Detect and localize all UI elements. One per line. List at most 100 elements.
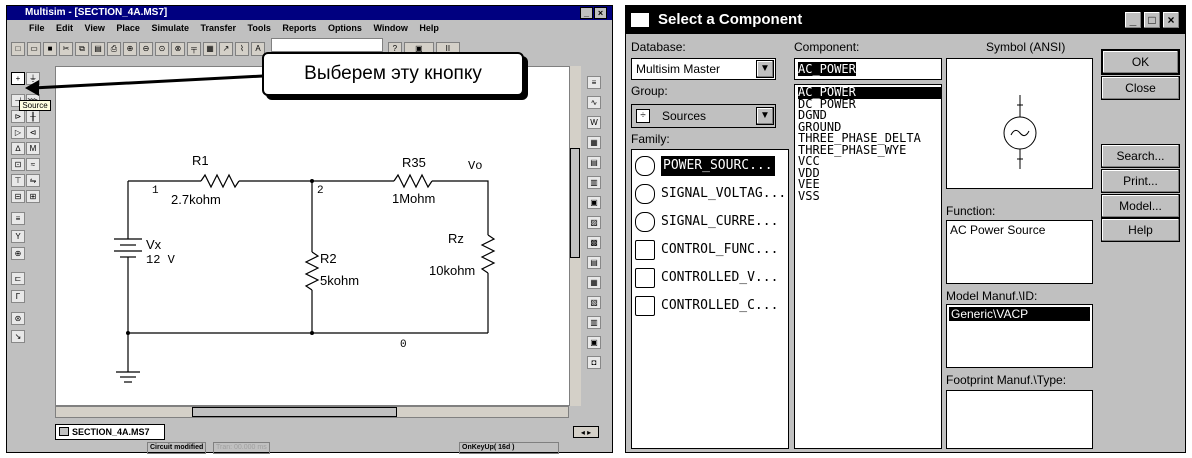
minimize-button[interactable]: _	[580, 7, 593, 19]
menu-edit[interactable]: Edit	[56, 23, 73, 33]
word-gen-icon[interactable]: ▥	[587, 176, 601, 189]
component-input[interactable]: AC_POWER	[794, 58, 942, 80]
group-select[interactable]: Sources	[631, 104, 776, 128]
toolbar-dropdown[interactable]	[271, 38, 384, 52]
iv-analyzer-icon[interactable]: ▧	[587, 296, 601, 309]
hierarchy-icon[interactable]: ╤	[187, 42, 201, 56]
place-button[interactable]: ⊛	[11, 312, 25, 325]
database-dropdown-icon[interactable]: ▼	[756, 60, 774, 78]
controlled-current-family-icon	[635, 296, 655, 316]
misc-button[interactable]: ⊡	[11, 158, 25, 171]
model-button[interactable]: Model...	[1101, 194, 1180, 218]
wattmeter-icon[interactable]: W	[587, 116, 601, 129]
instruments-toolbar: ≡ ∿ W ▦ ▤ ▥ ▣ ▨ ▩ ▤ ▦ ▧ ▥ ▣ ◘	[583, 66, 607, 406]
menu-simulate[interactable]: Simulate	[151, 23, 189, 33]
zoom-out-icon[interactable]: ⊖	[139, 42, 153, 56]
schematic-canvas[interactable]: R1 2.7kohm 1 R35 1Mohm Vo 2 Rz 10kohm R2…	[55, 66, 579, 406]
distortion-icon[interactable]: ▩	[587, 236, 601, 249]
misc-digital-button[interactable]: ⊲	[26, 126, 40, 139]
save-icon[interactable]: ■	[43, 42, 57, 56]
family-item-controlled-voltage[interactable]: CONTROLLED_V...	[661, 266, 778, 290]
menu-place[interactable]: Place	[116, 23, 140, 33]
source-button[interactable]: +	[11, 72, 25, 85]
mcu-button[interactable]: ⊞	[26, 190, 40, 203]
database-select[interactable]: Multisim Master	[631, 58, 776, 80]
footprint-list[interactable]	[946, 390, 1093, 449]
close-dialog-button[interactable]: Close	[1101, 76, 1180, 100]
bode-plotter-icon[interactable]: ▤	[587, 156, 601, 169]
menu-file[interactable]: File	[29, 23, 45, 33]
misc-periph-button[interactable]: ≡	[11, 212, 25, 225]
help-button[interactable]: Help	[1101, 218, 1180, 242]
zoom-fit-icon[interactable]: ⊗	[171, 42, 185, 56]
menu-options[interactable]: Options	[328, 23, 362, 33]
ok-button[interactable]: OK	[1101, 49, 1180, 75]
component-list[interactable]: AC_POWER DC_POWER DGND GROUND THREE_PHAS…	[794, 84, 942, 449]
vertical-scroll-thumb[interactable]	[570, 148, 580, 258]
logic-analyzer-icon[interactable]: ▣	[587, 196, 601, 209]
menu-view[interactable]: View	[85, 23, 105, 33]
bus-button[interactable]: Γ	[11, 290, 25, 303]
spectrum-icon[interactable]: ▤	[587, 256, 601, 269]
family-item-control-function[interactable]: CONTROL_FUNC...	[661, 238, 778, 262]
tab-scroll-arrows[interactable]: ◂ ▸	[573, 426, 599, 438]
model-item-generic-vacp[interactable]: Generic\VACP	[949, 307, 1090, 321]
logic-converter-icon[interactable]: ▨	[587, 216, 601, 229]
wire-button[interactable]: ↘	[11, 330, 25, 343]
horizontal-scroll-thumb[interactable]	[192, 407, 397, 417]
cut-icon[interactable]: ✂	[59, 42, 73, 56]
close-button[interactable]: ×	[594, 7, 607, 19]
oscilloscope-icon[interactable]: ▦	[587, 136, 601, 149]
zoom-area-icon[interactable]: ⊙	[155, 42, 169, 56]
family-item-controlled-current[interactable]: CONTROLLED_C...	[661, 294, 778, 318]
function-gen-icon[interactable]: ∿	[587, 96, 601, 109]
menu-transfer[interactable]: Transfer	[201, 23, 237, 33]
multimeter-icon[interactable]: ≡	[587, 76, 601, 89]
menu-help[interactable]: Help	[419, 23, 439, 33]
ttl-button[interactable]: ╫	[26, 110, 40, 123]
probe-instrument-icon[interactable]: ◘	[587, 356, 601, 369]
hier-block-button[interactable]: ⊏	[11, 272, 25, 285]
mixed-button[interactable]: ∆	[11, 142, 25, 155]
paste-icon[interactable]: ▤	[91, 42, 105, 56]
group-dropdown-icon[interactable]: ▼	[756, 107, 774, 125]
antenna-button[interactable]: Y	[11, 230, 25, 243]
family-list[interactable]: POWER_SOURC... SIGNAL_VOLTAG... SIGNAL_C…	[631, 149, 789, 449]
menu-reports[interactable]: Reports	[282, 23, 316, 33]
tool-icon[interactable]: ↗	[219, 42, 233, 56]
indicator-button[interactable]: M	[26, 142, 40, 155]
dialog-maximize-button[interactable]: □	[1143, 11, 1161, 29]
grid-icon[interactable]: ▦	[203, 42, 217, 56]
family-item-signal-voltage[interactable]: SIGNAL_VOLTAG...	[661, 182, 786, 206]
cmos-button[interactable]: ▷	[11, 126, 25, 139]
network-analyzer-icon[interactable]: ▦	[587, 276, 601, 289]
print-icon[interactable]: ⎙	[107, 42, 121, 56]
callout-arrow	[25, 74, 264, 96]
new-icon[interactable]: □	[11, 42, 25, 56]
component-item-vss[interactable]: VSS	[798, 190, 941, 203]
open-icon[interactable]: ▭	[27, 42, 41, 56]
dialog-close-button[interactable]: ×	[1162, 11, 1180, 29]
search-button[interactable]: Search...	[1101, 144, 1180, 168]
symbol-label: Symbol (ANSI)	[986, 40, 1066, 54]
copy-icon[interactable]: ⧉	[75, 42, 89, 56]
family-item-power-source[interactable]: POWER_SOURC...	[661, 156, 775, 176]
analog-button[interactable]: ⊳	[11, 110, 25, 123]
rf-button[interactable]: ≈	[26, 158, 40, 171]
menu-tools[interactable]: Tools	[248, 23, 271, 33]
ladder-button[interactable]: ⇋	[26, 174, 40, 187]
tek-icon[interactable]: ▣	[587, 336, 601, 349]
wire-icon[interactable]: ⌇	[235, 42, 249, 56]
node-1: 1	[152, 185, 159, 197]
electromech-button[interactable]: ⊤	[11, 174, 25, 187]
power-button[interactable]: ⊟	[11, 190, 25, 203]
model-list[interactable]: Generic\VACP	[946, 304, 1093, 368]
print-button[interactable]: Print...	[1101, 169, 1180, 193]
zoom-in-icon[interactable]: ⊕	[123, 42, 137, 56]
dialog-minimize-button[interactable]: _	[1124, 11, 1142, 29]
menu-window[interactable]: Window	[373, 23, 407, 33]
agilent-icon[interactable]: ▥	[587, 316, 601, 329]
probe-button[interactable]: ⊕	[11, 247, 25, 260]
document-tab[interactable]: SECTION_4A.MS7	[55, 424, 165, 440]
family-item-signal-current[interactable]: SIGNAL_CURRE...	[661, 210, 778, 234]
